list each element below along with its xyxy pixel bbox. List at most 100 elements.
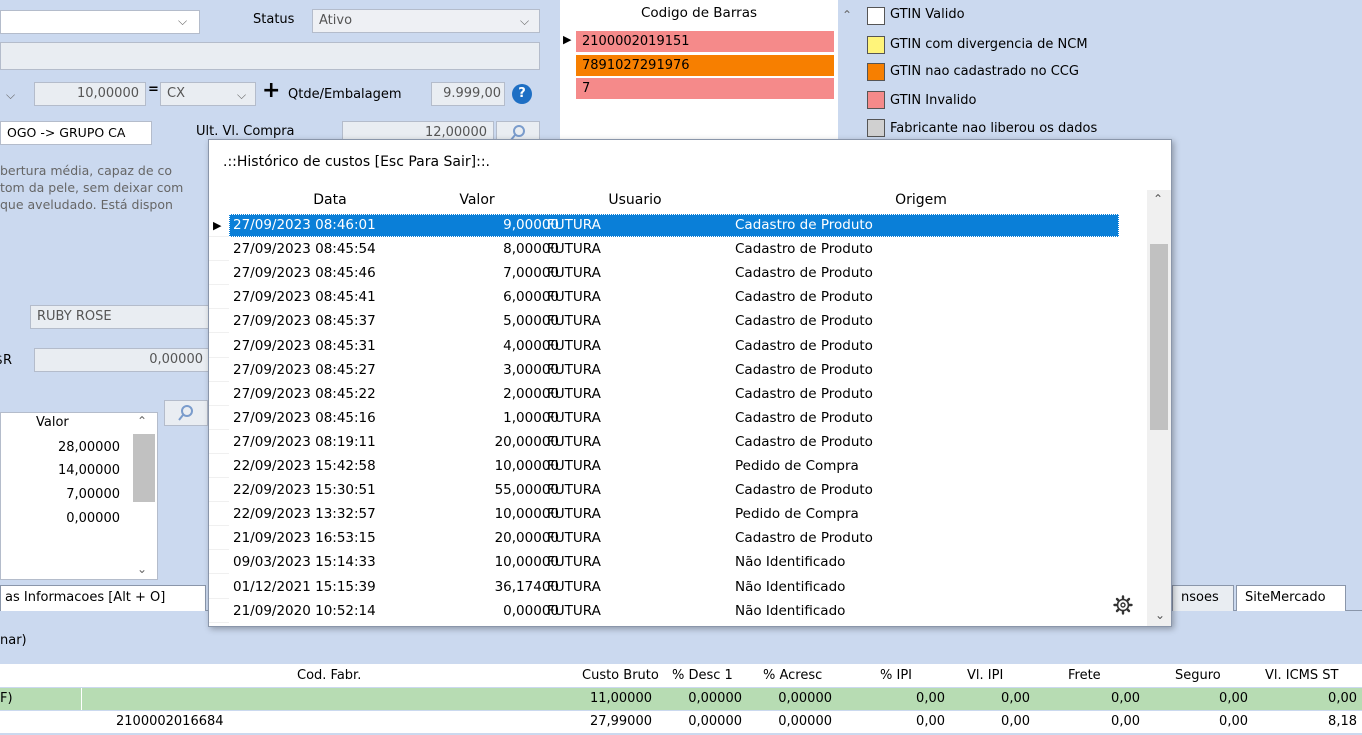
cell-origem: Cadastro de Produto — [735, 289, 873, 306]
currency-field[interactable]: 0,00000 — [34, 348, 210, 372]
tab-sitemercado[interactable]: SiteMercado — [1236, 585, 1346, 611]
vertical-scrollbar[interactable]: ⌃ — [1147, 190, 1171, 626]
table-row[interactable]: 27/09/2023 08:19:11 20,00000 FUTURA Cadastr… — [209, 431, 1149, 454]
cell-data: 21/09/2020 10:52:14 — [233, 602, 376, 619]
table-row[interactable] — [0, 688, 1362, 710]
table-row[interactable]: 22/09/2023 13:32:57 10,00000 FUTURA Pedido … — [209, 503, 1149, 526]
barcode-item[interactable]: 7891027291976 — [576, 55, 834, 76]
cell-usuario: FUTURA — [547, 241, 601, 258]
grid-cell: 0,00 — [916, 691, 945, 706]
grid-cell: 11,00000 — [589, 691, 652, 706]
table-row[interactable]: 27/09/2023 08:45:22 2,00000 FUTURA Cadastro… — [209, 383, 1149, 406]
help-icon[interactable]: ? — [512, 84, 532, 104]
table-row[interactable]: 01/12/2021 15:15:39 36,17400 FUTURA Não Ide… — [209, 576, 1149, 599]
cell-origem: Cadastro de Produto — [735, 265, 873, 282]
status-select[interactable]: Ativo — [312, 9, 540, 33]
legend-swatch — [867, 36, 885, 54]
table-row[interactable]: 22/09/2023 15:30:51 55,00000 FUTURA Cadastr… — [209, 479, 1149, 502]
table-row[interactable]: 27/09/2023 08:45:54 8,00000 FUTURA Cadastro… — [209, 238, 1149, 261]
col-vl-ipi[interactable]: Vl. IPI — [967, 668, 1003, 683]
cell-origem: Cadastro de Produto — [735, 337, 873, 354]
gear-icon[interactable] — [1113, 595, 1133, 615]
legend-label: Fabricante nao liberou os dados — [890, 121, 1098, 136]
grid-cell: 0,00000 — [778, 691, 832, 706]
grid-cell: 0,00 — [1111, 691, 1140, 706]
cell-usuario: FUTURA — [547, 385, 601, 402]
table-row[interactable]: 09/03/2023 15:14:33 10,00000 FUTURA Não Ide… — [209, 551, 1149, 574]
col-frete[interactable]: Frete — [1068, 668, 1101, 683]
col-desc[interactable]: % Desc 1 — [672, 668, 733, 683]
cell-origem: Cadastro de Produto — [735, 217, 873, 233]
grid-cell: 0,00000 — [688, 691, 742, 706]
scrollbar-thumb[interactable] — [1150, 244, 1168, 430]
cell-origem: Cadastro de Produto — [735, 241, 873, 258]
qtde-field[interactable]: 9.999,00 — [431, 82, 505, 106]
col-acresc[interactable]: % Acresc — [763, 668, 822, 683]
unit-value: CX — [167, 86, 185, 101]
col-seguro[interactable]: Seguro — [1175, 668, 1221, 683]
cell-origem: Cadastro de Produto — [735, 530, 873, 547]
plus-icon[interactable]: + — [262, 78, 280, 103]
scroll-down-icon[interactable]: ⌄ — [137, 562, 147, 576]
scrollbar-thumb[interactable] — [133, 434, 155, 502]
col-custo-bruto[interactable]: Custo Bruto — [582, 668, 659, 683]
status-value: Ativo — [319, 13, 353, 28]
cell-usuario: FUTURA — [547, 458, 601, 474]
tab-dimensoes[interactable]: nsoes — [1172, 585, 1234, 611]
table-row[interactable]: 21/09/2020 10:52:14 0,00000 FUTURA Não Iden… — [209, 600, 1149, 623]
legend-label: GTIN com divergencia de NCM — [890, 37, 1088, 52]
category-field[interactable]: OGO -> GRUPO CA — [0, 121, 152, 145]
scroll-down-icon[interactable]: ⌄ — [1155, 608, 1165, 622]
brand-value: RUBY ROSE — [37, 309, 112, 324]
table-row[interactable]: 22/09/2023 15:42:58 10,00000 FUTURA Pedido … — [209, 455, 1149, 478]
table-row[interactable]: 27/09/2023 08:45:41 6,00000 FUTURA Cadastro… — [209, 286, 1149, 309]
table-row[interactable]: 27/09/2023 08:45:37 5,00000 FUTURA Cadastro… — [209, 310, 1149, 333]
qty-field[interactable]: 10,00000 — [34, 82, 146, 106]
legend-swatch — [867, 63, 885, 81]
grid-cell: 27,99000 — [589, 714, 652, 729]
legend-swatch — [867, 119, 885, 137]
table-row[interactable]: 27/09/2023 08:45:46 7,00000 FUTURA Cadastro… — [209, 262, 1149, 285]
brand-select[interactable]: RUBY ROSE — [30, 305, 210, 329]
chevron-down-icon[interactable]: ⌵ — [178, 14, 187, 29]
cell-data: 01/12/2021 15:15:39 — [233, 578, 376, 595]
table-row[interactable]: 27/09/2023 08:45:27 3,00000 FUTURA Cadastro… — [209, 359, 1149, 382]
col-vl-icms-st[interactable]: Vl. ICMS ST — [1265, 668, 1338, 683]
combo-left-top[interactable] — [0, 10, 200, 34]
col-valor[interactable]: Valor — [447, 192, 507, 208]
legend-swatch — [867, 91, 885, 109]
row-pointer-icon: ▶ — [563, 33, 572, 46]
col-cod-fabr[interactable]: Cod. Fabr. — [297, 668, 361, 683]
table-row[interactable]: 27/09/2023 08:45:16 1,00000 FUTURA Cadastro… — [209, 407, 1149, 430]
scroll-up-icon[interactable]: ⌃ — [842, 8, 852, 22]
col-data[interactable]: Data — [305, 192, 355, 208]
cell-data: 22/09/2023 13:32:57 — [233, 506, 376, 523]
cost-history-dialog[interactable]: .::Histórico de custos [Esc Para Sair]::… — [208, 139, 1172, 627]
cell-usuario: FUTURA — [547, 578, 601, 595]
row-pointer-icon: ▶ — [213, 219, 222, 232]
dialog-title: .::Histórico de custos [Esc Para Sair]::… — [223, 154, 491, 170]
scroll-up-icon[interactable]: ⌃ — [1153, 192, 1163, 206]
cell-data: 22/09/2023 15:30:51 — [233, 482, 376, 499]
tab-outras-informacoes[interactable]: as Informacoes [Alt + O] — [0, 585, 206, 611]
cell-data: 27/09/2023 08:45:46 — [233, 265, 376, 282]
table-row[interactable]: 27/09/2023 08:46:01 9,00000 FUTURA Cadastro… — [209, 214, 1149, 237]
cell-data: 21/09/2023 16:53:15 — [233, 530, 376, 547]
cell-usuario: FUTURA — [547, 506, 601, 523]
barcode-item[interactable]: 2100002019151 — [576, 31, 834, 52]
qtde-value: 9.999,00 — [443, 86, 501, 101]
search-button[interactable] — [164, 400, 208, 426]
desc-line: bertura média, capaz de co — [0, 163, 173, 178]
scroll-up-icon[interactable]: ⌃ — [137, 414, 147, 428]
cell-data: 27/09/2023 08:45:16 — [233, 409, 376, 426]
barcode-item[interactable]: 7 — [576, 78, 834, 99]
chevron-down-icon[interactable]: ⌵ — [6, 88, 15, 103]
col-origem[interactable]: Origem — [881, 192, 961, 208]
description-text[interactable]: bertura média, capaz de co tom da pele, … — [0, 162, 210, 242]
table-row[interactable]: 21/09/2023 16:53:15 20,00000 FUTURA Cadastr… — [209, 527, 1149, 550]
grid-cell: F) — [0, 691, 13, 706]
name-field[interactable] — [0, 42, 540, 70]
col-ipi[interactable]: % IPI — [880, 668, 912, 683]
table-row[interactable]: 27/09/2023 08:45:31 4,00000 FUTURA Cadastro… — [209, 335, 1149, 358]
col-usuario[interactable]: Usuario — [595, 192, 675, 208]
